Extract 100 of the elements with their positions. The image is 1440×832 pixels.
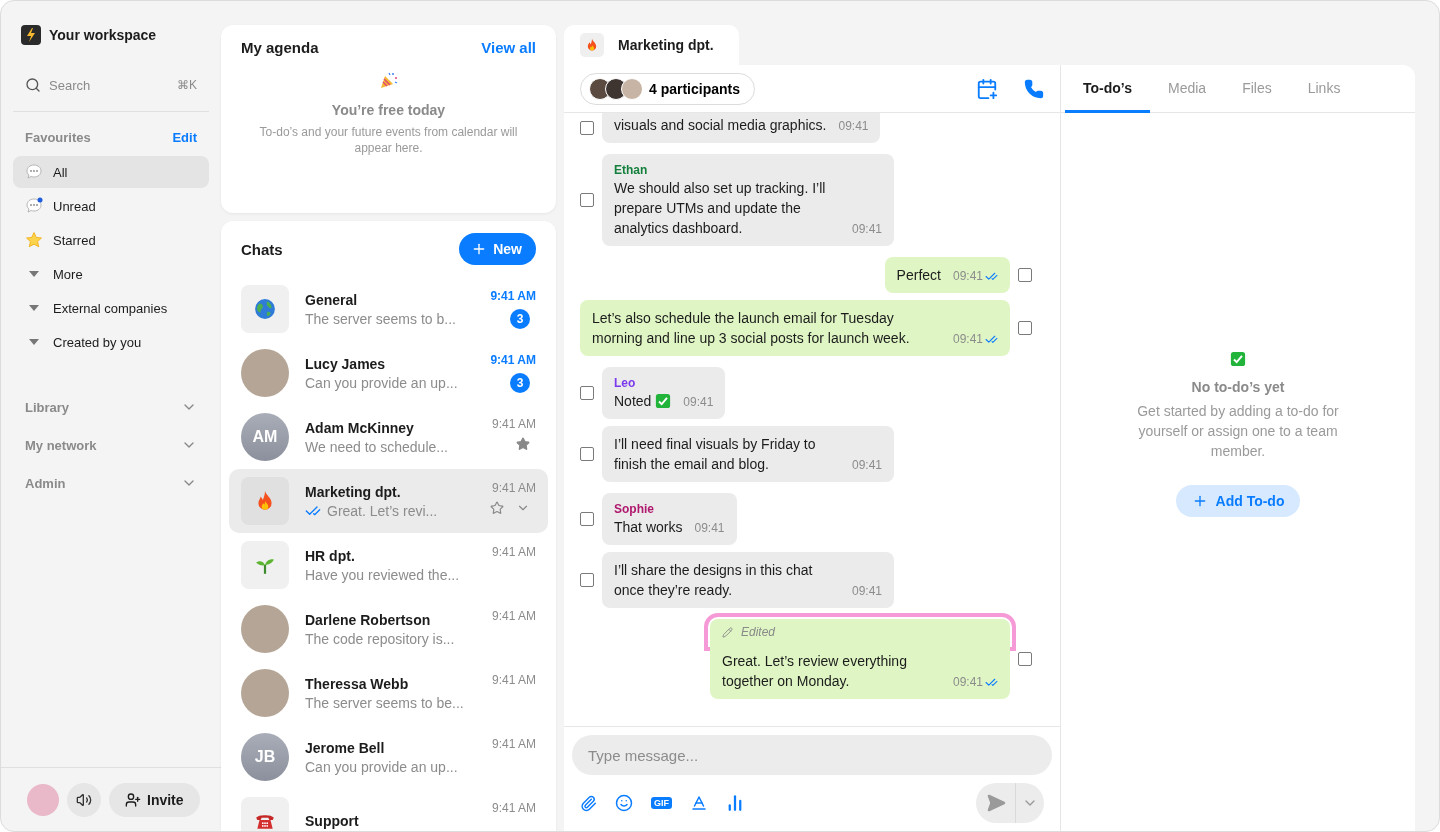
chat-list-item[interactable]: Marketing dpt. Great. Let’s revi... 9:41 AM — [229, 469, 548, 533]
sender-name: Sophie — [614, 501, 655, 517]
sidebar-item[interactable]: External companies — [13, 292, 209, 324]
message-time: 09:41 — [952, 331, 983, 347]
message-checkbox[interactable] — [580, 193, 594, 207]
view-all-link[interactable]: View all — [481, 39, 536, 56]
bar-chart-icon[interactable] — [726, 794, 744, 812]
photo-placeholder — [241, 605, 289, 653]
message-time: 09:41 — [683, 394, 714, 410]
caret-icon — [29, 339, 39, 345]
unread-count: 3 — [510, 373, 530, 393]
details-tab[interactable]: To-do’s — [1065, 65, 1150, 113]
chat-time: 9:41 AM — [491, 481, 536, 495]
initials-avatar: JB — [241, 733, 289, 781]
text-format-icon[interactable] — [690, 794, 708, 812]
photo-placeholder — [241, 669, 289, 717]
chat-name: Lucy James — [305, 355, 387, 372]
chat-time: 9:41 AM — [491, 673, 536, 687]
message-time: 09:41 — [838, 118, 869, 134]
sidebar-item-label: Starred — [53, 232, 96, 248]
message-checkbox[interactable] — [1018, 268, 1032, 282]
message-checkbox[interactable] — [1018, 321, 1032, 335]
check-mark-icon — [655, 393, 672, 409]
send-icon — [985, 793, 1006, 813]
chat-list-item[interactable]: Darlene Robertson The code repository is... 9:41 AM — [229, 597, 548, 661]
message-checkbox[interactable] — [580, 386, 594, 400]
card-title: My agenda — [241, 39, 319, 56]
new-chat-button[interactable]: New — [459, 233, 536, 265]
message-text: Noted — [614, 392, 652, 411]
attach-icon[interactable] — [580, 794, 597, 812]
sidebar-item[interactable]: More — [13, 258, 209, 290]
chat-name: Marketing dpt. — [305, 483, 402, 500]
message-checkbox[interactable] — [580, 121, 594, 135]
star-icon — [25, 231, 43, 249]
photo-placeholder — [241, 349, 289, 397]
user-plus-icon — [125, 791, 141, 808]
chat-preview: Have you reviewed the... — [305, 566, 460, 583]
message-checkbox[interactable] — [580, 512, 594, 526]
sidebar-item[interactable]: Unread — [13, 190, 209, 222]
chat-list-item[interactable]: Theressa Webb The server seems to be... 9:41 AM — [229, 661, 548, 725]
sender-name: Ethan — [614, 162, 649, 178]
sidebar-item-label: More — [53, 266, 83, 282]
sidebar-item-label: Created by you — [53, 334, 142, 350]
chat-preview: Great. Let’s revi... — [327, 502, 438, 519]
chat-name: Support — [305, 813, 360, 829]
chat-preview: We need to schedule... — [305, 438, 448, 455]
pencil-icon — [722, 626, 733, 638]
empty-title: No to-do’s yet — [1191, 379, 1285, 395]
message-time: 09:41 — [952, 674, 983, 690]
chat-time: 9:41 AM — [491, 801, 536, 815]
chat-list-item[interactable]: JB Jerome Bell Can you provide an up... 9:41 AM — [229, 725, 548, 789]
chat-list-item[interactable]: HR dpt. Have you reviewed the... 9:41 AM — [229, 533, 548, 597]
invite-button[interactable]: Invite — [109, 782, 200, 817]
chat-list-item[interactable]: Support 9:41 AM — [229, 789, 548, 831]
emoji-icon[interactable] — [615, 794, 633, 812]
sidebar-item[interactable]: All — [13, 156, 209, 188]
chat-name: Adam McKinney — [305, 419, 415, 436]
chat-name: Darlene Robertson — [305, 611, 432, 628]
chat-time: 9:41 AM — [490, 353, 536, 367]
message-checkbox[interactable] — [580, 447, 594, 461]
lightning-logo-icon — [21, 25, 41, 45]
sidebar-item-label: All — [53, 164, 68, 180]
chat-time: 9:41 AM — [491, 417, 536, 431]
chat-preview: Can you provide an up... — [305, 374, 458, 391]
phone-icon[interactable] — [1024, 78, 1044, 99]
empty-text: To-do’s and your future events from calendar will appear here. — [258, 124, 519, 156]
participants-button[interactable]: 4 participants — [580, 72, 756, 105]
conversation-tab[interactable]: Marketing dpt. — [564, 25, 739, 65]
chat-time: 9:41 AM — [491, 609, 536, 623]
empty-text: Get started by adding a to-do for yourself or assign one to a team member. — [1136, 402, 1340, 461]
calendar-add-icon[interactable] — [976, 77, 998, 100]
edit-link[interactable]: Edit — [172, 129, 197, 145]
message-text: Great. Let’s review everything together on Monday. — [722, 652, 908, 691]
message-text: I’ll need final visuals by Friday to finish the email and blog. — [614, 435, 817, 474]
gif-button[interactable]: GIF — [651, 797, 672, 809]
message-checkbox[interactable] — [1018, 652, 1032, 666]
sidebar-item[interactable]: Created by you — [13, 326, 209, 358]
check-mark-icon — [1230, 351, 1246, 367]
sound-button[interactable] — [67, 782, 101, 817]
message-input[interactable]: Type message... — [572, 735, 1052, 775]
message-text: Let’s also schedule the launch email for Tuesday morning and line up 3 social posts for launch week. — [592, 309, 911, 348]
search-icon — [25, 77, 41, 93]
chat-list-item[interactable]: General The server seems to b... 9:41 AM 3 — [229, 277, 548, 341]
sidebar-item[interactable]: Starred — [13, 224, 209, 256]
party-popper-icon — [378, 70, 399, 90]
chat-list-item[interactable]: Lucy James Can you provide an up... 9:41 AM 3 — [229, 341, 548, 405]
message-checkbox[interactable] — [580, 573, 594, 587]
card-title: Chats — [241, 240, 283, 258]
chat-bubble-icon — [25, 163, 43, 181]
sender-name: Leo — [614, 375, 637, 391]
workspace-name: Your workspace — [49, 27, 157, 43]
chat-preview: The code repository is... — [305, 630, 455, 647]
chat-list-item[interactable]: AM Adam McKinney We need to schedule... 9:41 AM — [229, 405, 548, 469]
chat-preview: Can you provide an up... — [305, 758, 458, 775]
message-time: 09:41 — [952, 268, 983, 284]
message-time: 09:41 — [851, 583, 882, 599]
chat-name: Theressa Webb — [305, 675, 410, 692]
chat-time: 9:41 AM — [490, 289, 536, 303]
star-outline-icon[interactable] — [490, 501, 504, 515]
globe-icon — [254, 298, 276, 320]
